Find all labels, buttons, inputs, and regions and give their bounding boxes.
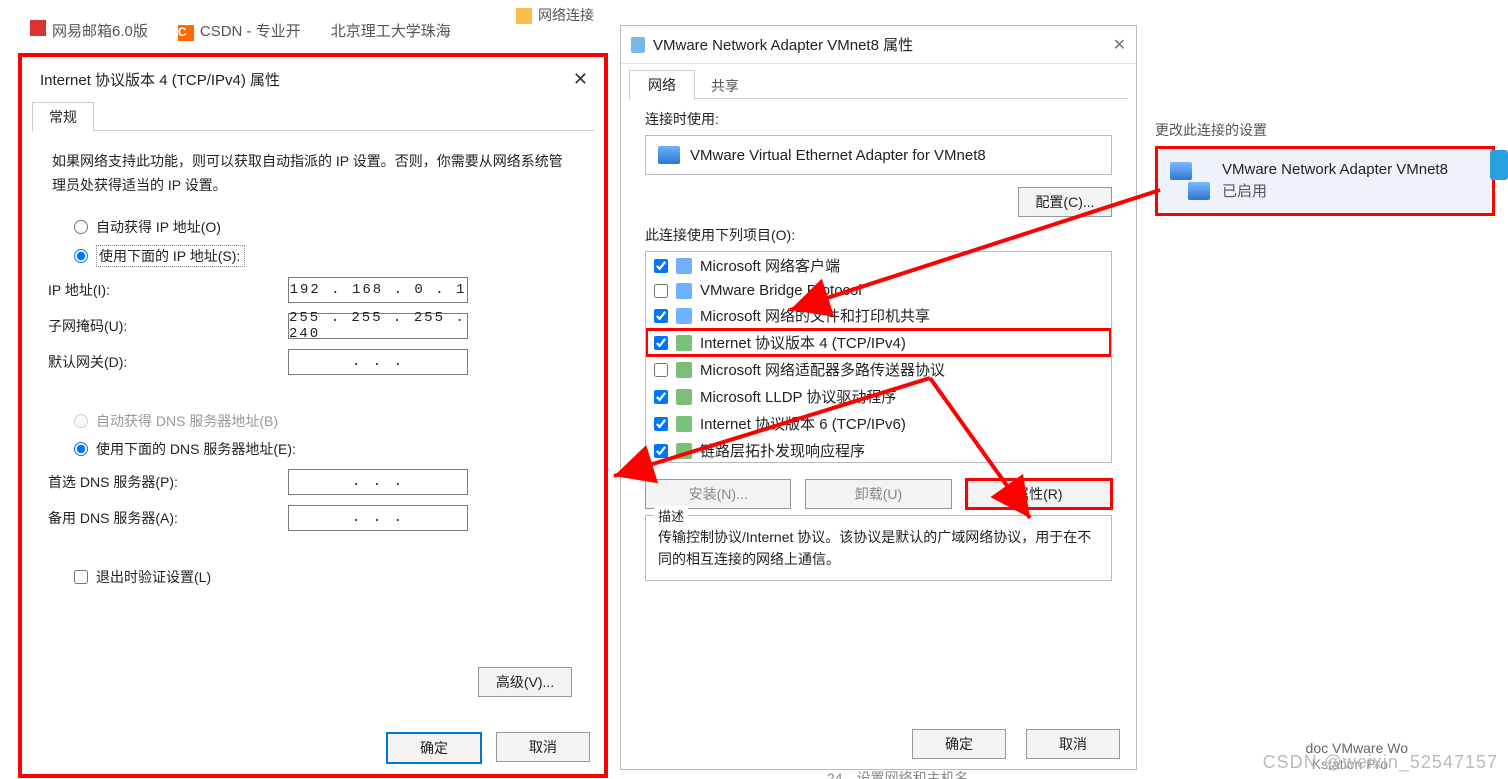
tab-csdn[interactable]: CCSDN - 专业开 — [178, 20, 301, 41]
subnet-mask-label: 子网掩码(U): — [48, 316, 288, 336]
protocol-icon — [676, 416, 692, 432]
network-connections-header: 网络连接 — [516, 5, 594, 25]
tab-general[interactable]: 常规 — [32, 102, 94, 132]
protocol-icon — [676, 362, 692, 378]
radio-auto-ip[interactable]: 自动获得 IP 地址(O) — [74, 217, 578, 237]
tab-bj[interactable]: 北京理工大学珠海 — [331, 20, 451, 41]
list-item[interactable]: Internet 协议版本 6 (TCP/IPv6) — [646, 410, 1111, 437]
network-adapter-icon — [658, 146, 680, 164]
ipv4-properties-dialog: Internet 协议版本 4 (TCP/IPv4) 属性 ✕ 常规 如果网络支… — [18, 53, 608, 778]
protocol-icon — [676, 443, 692, 459]
checkbox-validate-on-exit[interactable]: 退出时验证设置(L) — [74, 567, 578, 587]
cancel-button[interactable]: 取消 — [1026, 729, 1120, 759]
components-list[interactable]: Microsoft 网络客户端 VMware Bridge Protocol Mic… — [645, 251, 1112, 463]
item-label: 链路层拓扑发现响应程序 — [700, 440, 865, 461]
description-label: 描述 — [654, 506, 688, 528]
list-item[interactable]: VMware Bridge Protocol — [646, 279, 1111, 302]
browser-tabs: 网易邮箱6.0版 CCSDN - 专业开 北京理工大学珠海 — [0, 10, 550, 50]
ipv4-intro-text: 如果网络支持此功能，则可以获取自动指派的 IP 设置。否则，你需要从网络系统管理… — [52, 149, 574, 197]
advanced-button[interactable]: 高级(V)... — [478, 667, 572, 697]
cable-icon — [1490, 150, 1508, 180]
dns2-input[interactable]: . . . — [288, 505, 468, 531]
watermark: CSDN @weixin_52547157 — [1263, 752, 1498, 773]
protocol-icon — [676, 308, 692, 324]
item-checkbox[interactable] — [654, 444, 668, 458]
configure-button[interactable]: 配置(C)... — [1018, 187, 1112, 217]
close-icon[interactable]: ✕ — [573, 69, 588, 90]
item-label: Microsoft 网络客户端 — [700, 255, 840, 276]
dns2-label: 备用 DNS 服务器(A): — [48, 508, 288, 528]
gateway-input[interactable]: . . . — [288, 349, 468, 375]
tab-mail[interactable]: 网易邮箱6.0版 — [30, 20, 148, 41]
ok-button[interactable]: 确定 — [386, 732, 482, 764]
selected-adapter[interactable]: VMware Network Adapter VMnet8 已启用 — [1155, 146, 1495, 216]
list-item[interactable]: Microsoft 网络的文件和打印机共享 — [646, 302, 1111, 329]
change-settings-header: 更改此连接的设置 — [1155, 120, 1495, 140]
plug-icon — [631, 37, 645, 53]
close-icon[interactable]: ✕ — [1113, 35, 1126, 55]
subnet-mask-input[interactable]: 255 . 255 . 255 . 240 — [288, 313, 468, 339]
install-button[interactable]: 安装(N)... — [645, 479, 791, 509]
item-checkbox[interactable] — [654, 363, 668, 377]
item-checkbox[interactable] — [654, 390, 668, 404]
items-label: 此连接使用下列项目(O): — [645, 225, 1112, 245]
properties-button[interactable]: 属性(R) — [966, 479, 1112, 509]
list-item[interactable]: Microsoft 网络客户端 — [646, 252, 1111, 279]
ip-address-input[interactable]: 192 . 168 . 0 . 1 — [288, 277, 468, 303]
adapter-state: 已启用 — [1222, 181, 1448, 203]
item-label: Microsoft 网络适配器多路传送器协议 — [700, 359, 945, 380]
list-item[interactable]: Microsoft LLDP 协议驱动程序 — [646, 383, 1111, 410]
ipv4-tabrow: 常规 — [32, 102, 594, 131]
description-box: 描述 传输控制协议/Internet 协议。该协议是默认的广域网络协议，用于在不… — [645, 515, 1112, 581]
item-label: Internet 协议版本 4 (TCP/IPv4) — [700, 332, 906, 353]
ipv4-dialog-title: Internet 协议版本 4 (TCP/IPv4) 属性 — [40, 69, 280, 90]
item-checkbox[interactable] — [654, 309, 668, 323]
item-label: Microsoft 网络的文件和打印机共享 — [700, 305, 930, 326]
protocol-icon — [676, 389, 692, 405]
adapter-name-box: VMware Virtual Ethernet Adapter for VMne… — [645, 135, 1112, 175]
adapter-window-title: VMware Network Adapter VMnet8 属性 — [653, 34, 913, 55]
protocol-icon — [676, 335, 692, 351]
dns1-input[interactable]: . . . — [288, 469, 468, 495]
tab-network[interactable]: 网络 — [629, 70, 695, 100]
item-checkbox[interactable] — [654, 417, 668, 431]
mail-icon — [30, 20, 46, 36]
protocol-icon — [676, 258, 692, 274]
adapter-name-text: VMware Virtual Ethernet Adapter for VMne… — [690, 147, 986, 164]
list-item[interactable]: Internet 协议版本 4 (TCP/IPv4) — [646, 329, 1111, 356]
folder-icon — [516, 8, 532, 24]
list-item[interactable]: 链路层拓扑发现响应程序 — [646, 437, 1111, 463]
description-text: 传输控制协议/Internet 协议。该协议是默认的广域网络协议，用于在不同的相… — [658, 529, 1091, 567]
item-checkbox[interactable] — [654, 336, 668, 350]
protocol-icon — [676, 283, 692, 299]
network-adapter-icon — [1170, 162, 1210, 200]
item-label: Microsoft LLDP 协议驱动程序 — [700, 386, 896, 407]
radio-auto-dns: 自动获得 DNS 服务器地址(B) — [74, 411, 578, 431]
cancel-button[interactable]: 取消 — [496, 732, 590, 762]
tab-share[interactable]: 共享 — [695, 74, 755, 98]
gateway-label: 默认网关(D): — [48, 352, 288, 372]
ok-button[interactable]: 确定 — [912, 729, 1006, 759]
adapter-properties-window: VMware Network Adapter VMnet8 属性 ✕ 网络 共享… — [620, 25, 1137, 770]
item-checkbox[interactable] — [654, 259, 668, 273]
item-checkbox[interactable] — [654, 284, 668, 298]
list-item[interactable]: Microsoft 网络适配器多路传送器协议 — [646, 356, 1111, 383]
item-label: VMware Bridge Protocol — [700, 282, 862, 299]
adapter-name: VMware Network Adapter VMnet8 — [1222, 159, 1448, 181]
csdn-icon: C — [178, 25, 194, 41]
right-panel: 更改此连接的设置 VMware Network Adapter VMnet8 已… — [1155, 120, 1495, 216]
dns1-label: 首选 DNS 服务器(P): — [48, 472, 288, 492]
bg-step-text: 24、设置网络和主机名 — [827, 768, 969, 779]
item-label: Internet 协议版本 6 (TCP/IPv6) — [700, 413, 906, 434]
connect-using-label: 连接时使用: — [645, 109, 1112, 129]
radio-use-ip[interactable]: 使用下面的 IP 地址(S): — [74, 245, 578, 267]
radio-use-dns[interactable]: 使用下面的 DNS 服务器地址(E): — [74, 439, 578, 459]
uninstall-button[interactable]: 卸载(U) — [805, 479, 951, 509]
ip-address-label: IP 地址(I): — [48, 280, 288, 300]
